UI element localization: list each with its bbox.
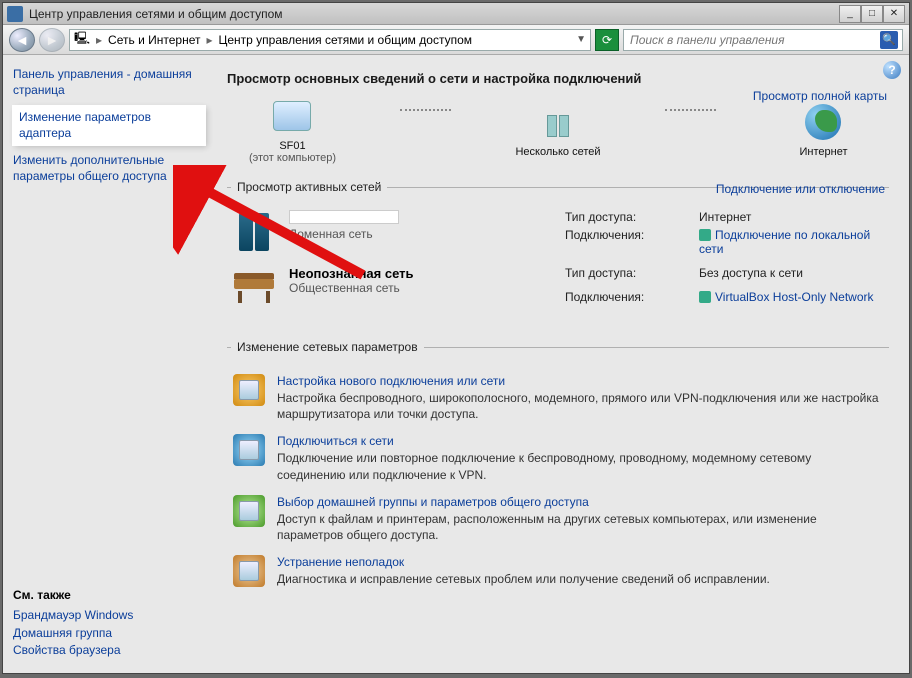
forward-button[interactable]: ► (39, 28, 65, 52)
see-also-homegroup[interactable]: Домашняя группа (13, 626, 205, 642)
internet-icon (805, 104, 841, 140)
network-entry-unidentified: Неопознанная сеть Общественная сеть Тип … (231, 266, 885, 310)
see-also-section: См. также Брандмауэр Windows Домашняя гр… (13, 588, 205, 661)
breadcrumb-2[interactable]: Центр управления сетями и общим доступом (219, 33, 473, 47)
net1-access-label: Тип доступа: (565, 210, 685, 224)
active-networks-title: Просмотр активных сетей (231, 180, 387, 194)
task-homegroup[interactable]: Выбор домашней группы и параметров общег… (231, 489, 885, 549)
map-pc-sub: (этот компьютер) (227, 152, 358, 164)
map-connector-1 (400, 109, 451, 111)
task-setup-title[interactable]: Настройка нового подключения или сети (277, 374, 883, 388)
nav-bar: ◄ ► 🖳 ▸ Сеть и Интернет ▸ Центр управлен… (3, 25, 909, 55)
sidebar-home-link[interactable]: Панель управления - домашняя страница (13, 67, 205, 98)
task-troubleshoot[interactable]: Устранение неполадок Диагностика и испра… (231, 549, 885, 593)
sidebar-adapter-link[interactable]: Изменение параметров адаптера (19, 110, 151, 140)
window-title: Центр управления сетями и общим доступом (29, 7, 283, 21)
app-icon (7, 6, 23, 22)
net1-conn-label: Подключения: (565, 228, 685, 256)
address-bar[interactable]: 🖳 ▸ Сеть и Интернет ▸ Центр управления с… (69, 29, 591, 51)
public-network-icon (232, 273, 276, 303)
folder-icon: 🖳 (74, 29, 90, 50)
sidebar-advanced-link[interactable]: Изменить дополнительные параметры общего… (13, 153, 205, 184)
back-button[interactable]: ◄ (9, 28, 35, 52)
task-setup-connection[interactable]: Настройка нового подключения или сети На… (231, 368, 885, 428)
search-box[interactable]: 🔍 (623, 29, 903, 51)
close-button[interactable]: ✕ (883, 5, 905, 23)
multiple-networks-icon (538, 107, 578, 137)
task-homegroup-title[interactable]: Выбор домашней группы и параметров общег… (277, 495, 883, 509)
address-dropdown-icon[interactable]: ▼ (576, 34, 586, 45)
connect-network-icon (233, 434, 265, 466)
see-also-title: См. также (13, 588, 205, 602)
main-pane: Просмотр основных сведений о сети и наст… (215, 55, 909, 673)
task-connect-desc: Подключение или повторное подключение к … (277, 450, 883, 482)
net1-conn-link[interactable]: Подключение по локальной сети (699, 228, 885, 256)
sidebar: Панель управления - домашняя страница Из… (3, 55, 215, 673)
map-pc-name: SF01 (227, 140, 358, 152)
titlebar: Центр управления сетями и общим доступом… (3, 3, 909, 25)
network-map: SF01 (этот компьютер) Несколько сетей Ин… (227, 96, 889, 164)
net2-conn-label: Подключения: (565, 290, 685, 310)
window-frame: Центр управления сетями и общим доступом… (2, 2, 910, 674)
net2-access-value: Без доступа к сети (699, 266, 885, 286)
domain-network-type: Доменная сеть (289, 227, 553, 241)
net1-access-value: Интернет (699, 210, 885, 224)
connect-disconnect-link[interactable]: Подключение или отключение (716, 182, 885, 198)
see-also-browser[interactable]: Свойства браузера (13, 643, 205, 659)
maximize-button[interactable]: □ (861, 5, 883, 23)
task-connect-title[interactable]: Подключиться к сети (277, 434, 883, 448)
change-settings-title: Изменение сетевых параметров (231, 340, 424, 354)
net2-conn-link[interactable]: VirtualBox Host-Only Network (699, 290, 885, 310)
task-homegroup-desc: Доступ к файлам и принтерам, расположенн… (277, 511, 883, 543)
search-input[interactable] (628, 32, 880, 48)
task-setup-desc: Настройка беспроводного, широкополосного… (277, 390, 883, 422)
task-trouble-desc: Диагностика и исправление сетевых пробле… (277, 571, 883, 587)
homegroup-icon (233, 495, 265, 527)
domain-network-name-redacted (289, 210, 399, 224)
nic-icon (699, 291, 711, 303)
map-connector-2 (665, 109, 716, 111)
see-also-firewall[interactable]: Брандмауэр Windows (13, 608, 205, 624)
domain-network-icon (239, 213, 269, 251)
net2-access-label: Тип доступа: (565, 266, 685, 286)
this-pc-icon (273, 101, 311, 131)
active-networks-group: Просмотр активных сетей Подключение или … (227, 180, 889, 324)
troubleshoot-icon (233, 555, 265, 587)
page-heading: Просмотр основных сведений о сети и наст… (227, 71, 889, 86)
net2-type: Общественная сеть (289, 281, 553, 295)
setup-connection-icon (233, 374, 265, 406)
task-connect-network[interactable]: Подключиться к сети Подключение или повт… (231, 428, 885, 488)
search-icon[interactable]: 🔍 (880, 31, 898, 49)
net2-name: Неопознанная сеть (289, 266, 553, 281)
map-internet-label: Интернет (758, 146, 889, 158)
nic-icon (699, 229, 711, 241)
refresh-button[interactable]: ⟳ (595, 29, 619, 51)
change-settings-group: Изменение сетевых параметров Настройка н… (227, 340, 889, 597)
task-trouble-title[interactable]: Устранение неполадок (277, 555, 883, 569)
network-entry-domain: Доменная сеть Тип доступа: Интернет Подк… (231, 210, 885, 256)
breadcrumb-1[interactable]: Сеть и Интернет (108, 33, 200, 47)
minimize-button[interactable]: _ (839, 5, 861, 23)
map-middle-label: Несколько сетей (493, 146, 624, 158)
